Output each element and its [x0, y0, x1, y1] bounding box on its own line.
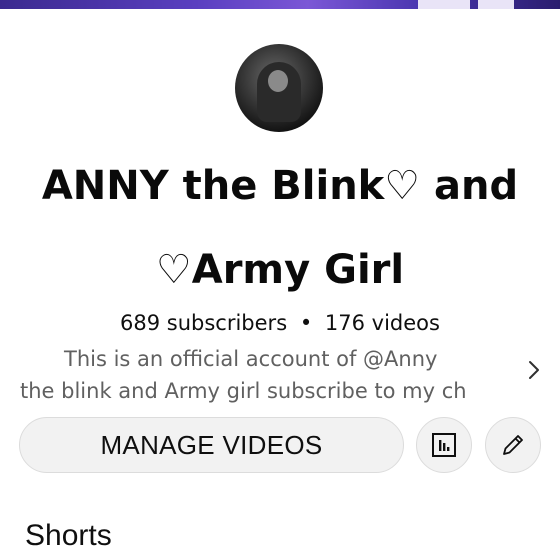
video-count: 176 videos	[324, 311, 440, 335]
avatar-face	[268, 70, 288, 92]
bar-chart-icon	[432, 433, 456, 457]
shorts-section-title: Shorts	[25, 519, 112, 552]
banner-detail	[478, 0, 514, 9]
channel-avatar[interactable]	[235, 44, 323, 132]
description-line2: the blink and Army girl subscribe to my …	[20, 379, 467, 403]
subscriber-count: 689 subscribers	[120, 311, 288, 335]
banner-detail	[418, 0, 470, 9]
channel-banner	[0, 0, 560, 9]
channel-stats: 689 subscribers • 176 videos	[0, 311, 560, 335]
channel-name-line1: ANNY the Blink♡ and	[41, 163, 519, 209]
channel-description[interactable]: This is an official account of @Anny the…	[20, 343, 520, 403]
edit-channel-button[interactable]	[485, 417, 541, 473]
description-line1: This is an official account of @Anny	[64, 347, 438, 371]
stats-separator: •	[299, 311, 313, 335]
channel-name-line2: ♡Army Girl	[155, 247, 405, 293]
chevron-right-icon[interactable]	[524, 358, 544, 382]
manage-videos-button[interactable]: MANAGE VIDEOS	[19, 417, 404, 473]
analytics-button[interactable]	[416, 417, 472, 473]
pencil-icon	[503, 435, 523, 455]
